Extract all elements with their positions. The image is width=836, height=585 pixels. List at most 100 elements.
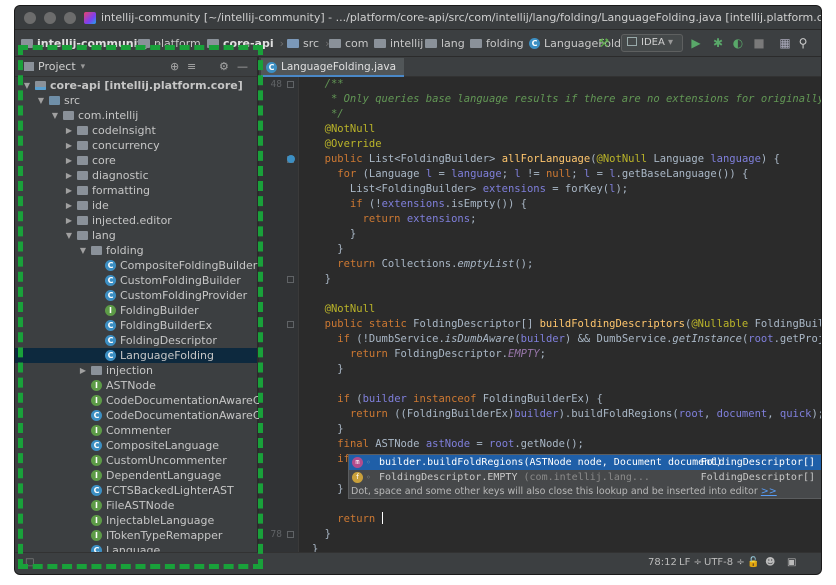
tree-item[interactable]: I DependentLanguage [15,468,257,483]
tree-item[interactable]: ▶ concurrency [15,138,257,153]
code-line[interactable]: } [312,227,356,242]
chevron-down-icon[interactable]: ▼ [23,78,31,93]
read-only-lock-icon[interactable]: 🔓 [747,557,759,568]
tree-item[interactable]: I ASTNode [15,378,257,393]
close-window-button[interactable] [24,12,36,24]
code-line[interactable]: } [312,362,343,377]
code-line[interactable]: * Only queries base language results if … [312,92,821,107]
code-line[interactable]: return Collections.emptyList(); [312,257,533,272]
code-line[interactable]: } [312,482,343,497]
code-line[interactable]: List<FoldingBuilder> extensions = forKey… [312,182,628,197]
tree-item[interactable]: C CustomFoldingBuilder [15,273,257,288]
project-structure-icon[interactable]: ▦ [778,36,792,50]
chevron-down-icon[interactable]: ▼ [79,243,87,258]
code-line[interactable]: @Override [312,137,382,152]
line-separator[interactable]: LF ÷ [679,557,702,568]
tree-item[interactable]: ▼ core-api [intellij.platform.core] [15,78,257,93]
tree-item[interactable]: ▶ diagnostic [15,168,257,183]
tree-item[interactable]: I InjectableLanguage [15,513,257,528]
completion-item[interactable]: f ◦ FoldingDescriptor.EMPTY (com.intellij.… [349,470,821,485]
tree-item[interactable]: ▶ formatting [15,183,257,198]
code-line[interactable]: for (Language l = language; l != null; l… [312,167,748,182]
tree-item[interactable]: C CodeDocumentationAwareCo [15,408,267,423]
tree-item[interactable]: ▼ lang [15,228,257,243]
code-line[interactable]: } [312,542,318,552]
code-line[interactable]: } [312,242,343,257]
code-line[interactable]: return FoldingDescriptor.EMPTY; [312,347,546,362]
chevron-right-icon[interactable]: ▶ [65,183,73,198]
stop-icon[interactable]: ■ [752,36,766,50]
run-configuration-select[interactable]: IDEA ▾ [621,34,683,52]
override-marker-icon[interactable] [287,155,295,163]
build-hammer-icon[interactable]: ⚒ [597,36,611,50]
chevron-down-icon[interactable]: ▼ [51,108,59,123]
chevron-right-icon[interactable]: ▶ [65,198,73,213]
chevron-right-icon[interactable]: ▶ [65,153,73,168]
breadcrumb-item[interactable]: core-api › [207,36,284,51]
tree-item[interactable]: C FCTSBackedLighterAST [15,483,257,498]
chevron-right-icon[interactable]: ▶ [65,123,73,138]
tree-item[interactable]: ▶ core [15,153,257,168]
code-line[interactable]: return extensions; [312,212,477,227]
tree-item[interactable]: I FileASTNode [15,498,257,513]
tree-item[interactable]: ▶ ide [15,198,257,213]
search-icon[interactable]: ⚲ [796,36,810,50]
code-line[interactable]: } [312,527,331,542]
tree-item[interactable]: ▼ com.intellij [15,108,257,123]
code-line[interactable]: } [312,422,343,437]
file-encoding[interactable]: UTF-8 ÷ [704,557,745,568]
zoom-window-button[interactable] [64,12,76,24]
tree-item[interactable]: I CustomUncommenter [15,453,257,468]
caret-position[interactable]: 78:12 [648,557,677,568]
chevron-right-icon[interactable]: ▶ [65,138,73,153]
hide-panel-icon[interactable]: — [237,60,248,73]
tree-item[interactable]: ▼ folding [15,243,257,258]
tree-item[interactable]: C CustomFoldingProvider [15,288,257,303]
code-line[interactable]: */ [312,107,344,122]
tree-item[interactable]: I Commenter [15,423,257,438]
code-line[interactable]: if (!extensions.isEmpty()) { [312,197,527,212]
chevron-down-icon[interactable]: ▼ [37,93,45,108]
scroll-from-source-icon[interactable]: ⊕ [170,60,179,73]
breadcrumb-item[interactable]: folding› [470,36,534,51]
chevron-down-icon[interactable]: ▾ [81,62,86,72]
gear-icon[interactable]: ⚙ [219,60,229,73]
event-log-icon[interactable]: ▣ [787,557,796,568]
breadcrumb-item[interactable]: lang› [425,36,475,51]
project-tree[interactable]: ▼ core-api [intellij.platform.core] ▼ src ▼ c… [15,78,267,558]
breadcrumb-item[interactable]: platform› [138,36,211,51]
completion-item[interactable]: m ◦ builder.buildFoldRegions(ASTNode node,… [349,455,821,470]
breadcrumb-item[interactable]: src › [287,36,329,51]
breadcrumb-item[interactable]: com› [329,36,379,51]
code-line[interactable]: /** [312,77,344,92]
code-line[interactable]: @NotNull [312,302,376,317]
inspector-icon[interactable]: ☻ [765,557,775,568]
tree-item[interactable]: C FoldingDescriptor [15,333,257,348]
fold-marker-icon[interactable] [287,276,294,283]
run-icon[interactable]: ▶ [689,36,703,50]
debug-bug-icon[interactable]: ✱ [711,36,725,50]
code-line[interactable]: return ((FoldingBuilderEx)builder).build… [312,407,821,422]
code-line[interactable]: public List<FoldingBuilder> allForLangua… [312,152,780,167]
code-line[interactable]: if (builder instanceof FoldingBuilderEx)… [312,392,603,407]
collapse-all-icon[interactable]: ≡ [187,60,196,73]
tree-item[interactable]: ▶ injected.editor [15,213,257,228]
tree-item[interactable]: ▶ codeInsight [15,123,257,138]
tree-item[interactable]: I ITokenTypeRemapper [15,528,257,543]
code-line[interactable]: return [312,512,383,527]
tree-item[interactable]: I CodeDocumentationAwareCo [15,393,267,408]
tree-item[interactable]: C LanguageFolding [15,348,257,363]
chevron-right-icon[interactable]: ▶ [65,168,73,183]
editor-tab-languagefolding[interactable]: C LanguageFolding.java [261,58,405,77]
minimize-window-button[interactable] [44,12,56,24]
tree-item[interactable]: I FoldingBuilder [15,303,257,318]
completion-popup[interactable]: Dot, space and some other keys will also… [348,454,821,499]
chevron-down-icon[interactable]: ▼ [65,228,73,243]
chevron-right-icon[interactable]: ▶ [65,213,73,228]
code-line[interactable]: final ASTNode astNode = root.getNode(); [312,437,584,452]
fold-marker-icon[interactable] [287,321,294,328]
tree-item[interactable]: C FoldingBuilderEx [15,318,257,333]
chevron-right-icon[interactable]: ▶ [79,363,87,378]
completion-hint-link[interactable]: >> [761,486,777,497]
tree-item[interactable]: ▼ src [15,93,257,108]
